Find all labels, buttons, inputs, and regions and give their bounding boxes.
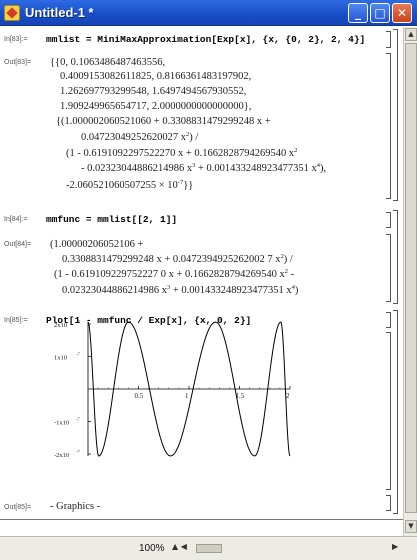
output-error-line: -2.060521060507255 × 10-7}} [66, 179, 193, 192]
output-line: -2.060521060507255 × 10 [66, 180, 178, 191]
cell-bracket[interactable] [386, 495, 391, 511]
output-label: Out[84]= [4, 241, 32, 248]
output-numerator-line: 0.3308831479299248 x + 0.047239492526200… [62, 253, 293, 266]
output-line: + 0.001433248923477351 x [170, 285, 292, 296]
scroll-up-arrow[interactable]: ▲ [405, 28, 417, 41]
scroll-right-arrow[interactable]: ▶ [392, 542, 398, 551]
output-line: ), [320, 163, 327, 174]
output-line: {(1.000002060521060 + 0.3308831479299248… [56, 116, 271, 127]
output-line: 1.909249965654717, 2.0000000000000000}, [60, 101, 252, 112]
title-bar: Untitled-1 * _ □ ✕ [0, 0, 417, 26]
zoom-arrows[interactable]: ▲ ◀ [172, 542, 187, 551]
window-title: Untitled-1 * [25, 5, 94, 20]
cell-bracket[interactable] [386, 31, 391, 48]
output-line: - 0.02323044886214986 x [81, 163, 193, 174]
y-tick-exponent: -7 [76, 319, 80, 324]
cell-bracket[interactable] [386, 212, 391, 228]
x-tick-label: 2 [286, 392, 290, 400]
output-line: 0.02323044886214986 x [62, 285, 167, 296]
y-tick-label: -1x10 [54, 420, 69, 427]
cell-bracket[interactable] [386, 312, 391, 328]
input-code[interactable]: mmlist = MiniMaxApproximation[Exp[x], {x… [46, 34, 365, 45]
output-label: Out[83]= [4, 59, 32, 66]
output-fraction-denominator: (1 - 0.6191092297522270 x + 0.1662828794… [66, 147, 297, 160]
vertical-scrollbar[interactable]: ▲ ▼ [403, 27, 417, 536]
cell-bracket[interactable] [386, 53, 391, 199]
output-line: ) / [189, 132, 199, 143]
output-line: (1 - 0.6191092297522270 x + 0.1662828794… [66, 148, 295, 159]
output-line: 0.04723049252620027 x [81, 132, 186, 143]
graphics-output: - Graphics - [50, 501, 101, 512]
maximize-button[interactable]: □ [370, 3, 390, 23]
cell-insertion-line[interactable] [0, 519, 403, 520]
output-line: ) [294, 285, 299, 296]
y-tick-label: -2x10 [54, 452, 69, 459]
output-denominator-line: (1 - 0.619109229752227 0 x + 0.166282879… [54, 268, 294, 281]
input-label: In[83]:= [4, 36, 28, 43]
app-icon[interactable] [4, 5, 20, 21]
output-fraction-numerator: 0.04723049252620027 x2) / [81, 131, 198, 144]
y-tick-exponent: -7 [76, 351, 80, 356]
output-line: {{0, 0.1063486487463556, [50, 57, 166, 68]
input-label: In[85]:= [4, 317, 28, 324]
output-line: (1 - 0.619109229752227 0 x + 0.166282879… [54, 269, 285, 280]
scroll-thumb[interactable] [405, 43, 417, 513]
scroll-down-arrow[interactable]: ▼ [405, 520, 417, 533]
y-tick-label: 2x10 [54, 322, 67, 329]
output-line: 0.4009153082611825, 0.8166361483197902, [60, 71, 252, 82]
output-fraction-denominator-cont: - 0.02323044886214986 x3 + 0.00143324892… [81, 162, 326, 175]
input-code[interactable]: mmfunc = mmlist[[2, 1]] [46, 214, 177, 225]
plot-graphic[interactable]: 0.5 1 1.5 22x10-71x10-7-1x10-7-2x10-7 [50, 316, 300, 462]
x-tick-label: 0.5 [135, 392, 144, 400]
y-tick-exponent: -7 [76, 449, 80, 454]
y-tick-label: 1x10 [54, 354, 67, 361]
output-line: + 0.001433248923477351 x [195, 163, 317, 174]
cell-bracket[interactable] [386, 234, 391, 302]
close-button[interactable]: ✕ [392, 3, 412, 23]
zoom-level[interactable]: 100% [139, 543, 165, 554]
x-tick-label: 1 [185, 392, 189, 400]
group-bracket[interactable] [393, 29, 398, 201]
input-label: In[84]:= [4, 216, 28, 223]
output-line: }} [183, 180, 194, 191]
output-label: Out[85]= [4, 504, 32, 511]
y-tick-exponent: -7 [76, 417, 80, 422]
horizontal-scroll-thumb[interactable] [196, 544, 222, 553]
output-line: - [288, 269, 295, 280]
output-line: ) / [283, 254, 293, 265]
minimize-button[interactable]: _ [348, 3, 368, 23]
output-line: 0.3308831479299248 x + 0.047239492526200… [62, 254, 281, 265]
graphics-cell-bracket[interactable] [386, 332, 391, 490]
status-bar: 100% ▲ ◀ ▶ [0, 536, 417, 560]
output-denominator-cont: 0.02323044886214986 x3 + 0.0014332489234… [62, 284, 298, 297]
output-line: 1.262697793299548, 1.6497494567930552, [60, 86, 247, 97]
output-line: (1.00000206052106 + [50, 239, 144, 250]
group-bracket[interactable] [393, 210, 398, 304]
group-bracket[interactable] [393, 310, 398, 514]
exponent: 2 [294, 147, 298, 154]
